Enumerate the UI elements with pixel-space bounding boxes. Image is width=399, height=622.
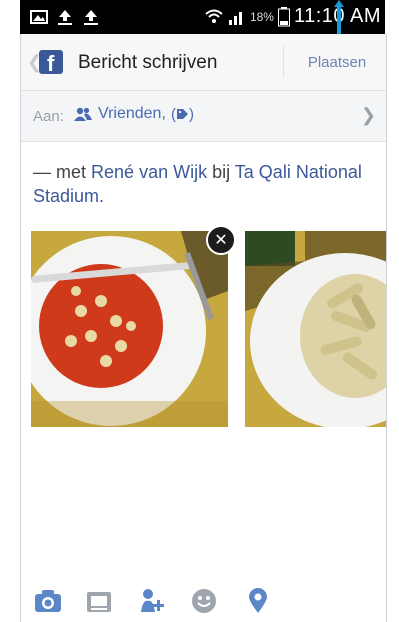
with-tag-text: — met René van Wijk bij Ta Qali National… — [33, 160, 373, 208]
tag-icon: ( ) — [171, 106, 194, 123]
pasta-tomato-image — [31, 231, 228, 427]
photo-thumbnail[interactable] — [245, 231, 386, 427]
chevron-right-icon: ❯ — [360, 105, 376, 125]
penne-pasta-image — [245, 231, 386, 427]
tagged-friend-link[interactable]: René van Wijk — [91, 162, 207, 182]
post-button[interactable]: Plaatsen — [291, 54, 383, 71]
divider — [283, 46, 284, 78]
emoji-icon[interactable] — [189, 586, 219, 616]
album-icon[interactable] — [85, 586, 115, 616]
gallery-icon — [30, 10, 48, 24]
camera-icon[interactable] — [33, 586, 63, 616]
at-word: bij — [212, 162, 231, 182]
audience-value[interactable]: Vrienden, ( ) — [73, 105, 195, 123]
audience-selector[interactable]: Aan: Vrienden, ( ) ❯ — [21, 91, 386, 142]
close-icon: ✕ — [214, 232, 228, 249]
location-icon[interactable] — [243, 586, 273, 616]
svg-text:(: ( — [171, 106, 176, 123]
composer-window: ❮ f Bericht schrijven Plaatsen Aan: Vrie… — [20, 34, 387, 622]
tag-friend-icon[interactable] — [137, 586, 167, 616]
upload-icon — [58, 10, 72, 25]
facebook-logo-icon[interactable]: f — [39, 50, 63, 76]
signal-icon — [228, 11, 242, 25]
audience-value-label: Vrienden, — [98, 105, 166, 122]
status-bar: 18% 11:10 AM — [20, 0, 385, 34]
wifi-icon — [205, 9, 223, 23]
upload-icon — [84, 10, 98, 25]
battery-percent: 18% — [249, 9, 274, 24]
with-prefix: — met — [33, 162, 87, 182]
photo-thumbnail[interactable] — [31, 231, 228, 427]
audience-label: Aan: — [33, 108, 64, 125]
friends-icon — [74, 107, 92, 121]
page-title: Bericht schrijven — [78, 52, 218, 73]
title-bar: ❮ f Bericht schrijven Plaatsen — [21, 34, 386, 91]
remove-photo-button[interactable]: ✕ — [206, 225, 236, 255]
svg-text:): ) — [189, 106, 194, 123]
battery-icon — [277, 6, 290, 26]
composer-toolbar — [21, 586, 386, 620]
